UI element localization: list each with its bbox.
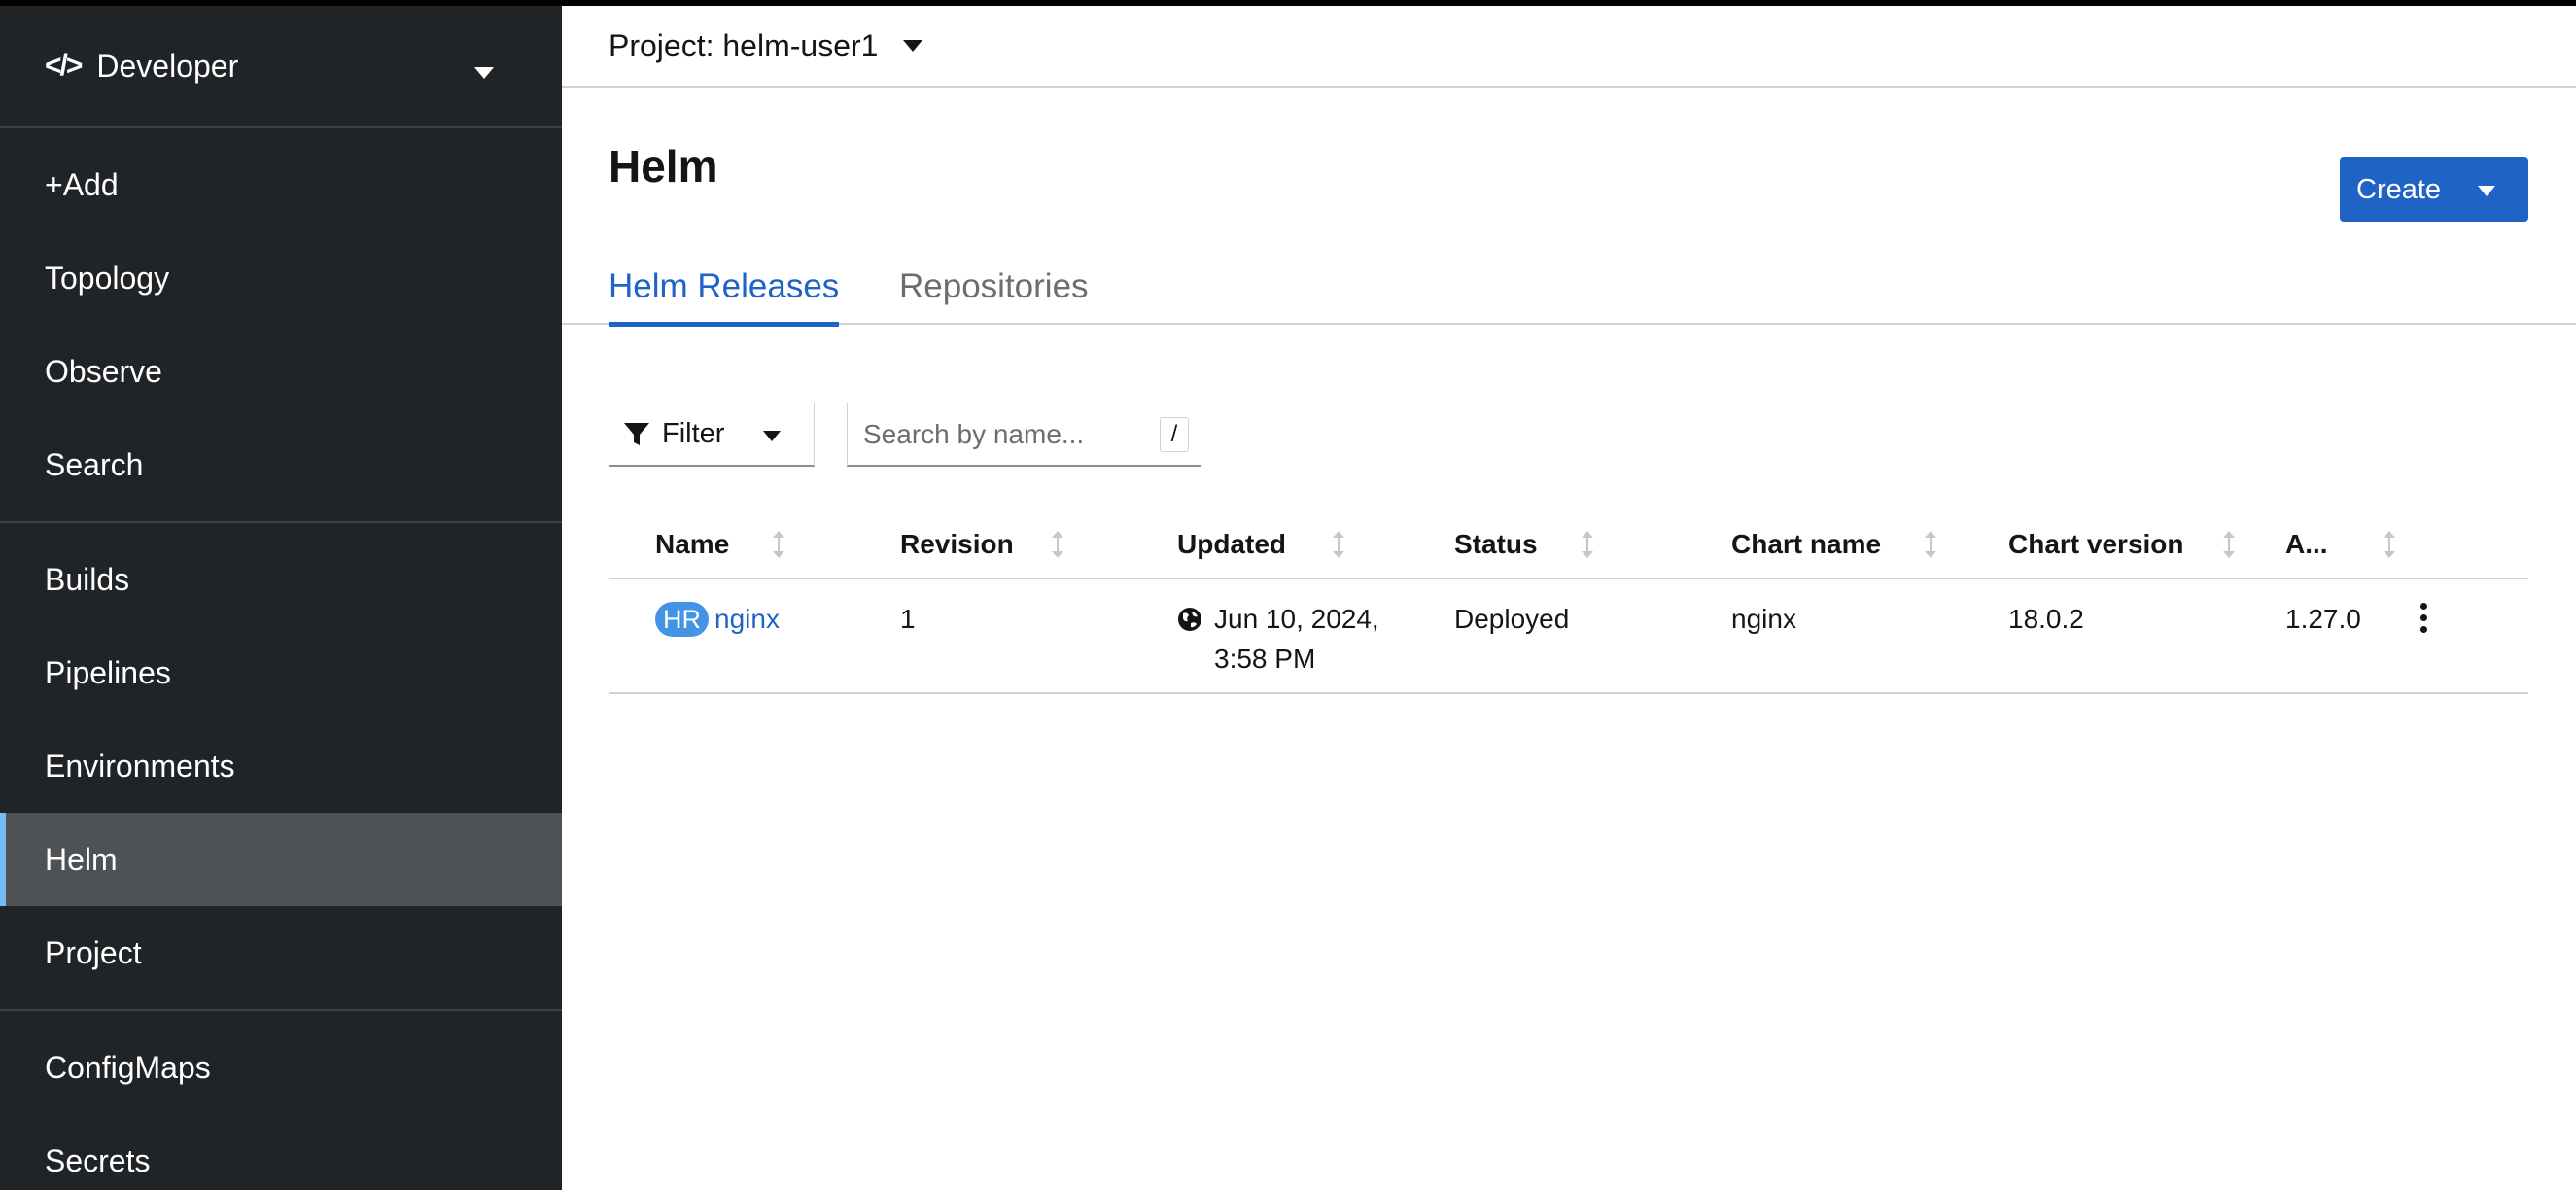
perspective-label: Developer [96, 48, 239, 84]
updated-cell: Jun 10, 2024, 3:58 PM [1177, 599, 1401, 679]
keyboard-shortcut-hint: / [1160, 417, 1189, 452]
filter-label: Filter [662, 418, 725, 449]
nav-item-secrets[interactable]: Secrets [0, 1114, 562, 1190]
helm-release-badge: HR [655, 602, 709, 637]
filter-dropdown[interactable]: Filter [609, 402, 815, 467]
tab-bar: Helm Releases Repositories [562, 249, 2576, 327]
column-header-updated[interactable]: Updated [1177, 529, 1286, 560]
main-content: Project: helm-user1 Helm Create Helm Rel… [562, 6, 2576, 1190]
nav-item-add[interactable]: +Add [0, 138, 562, 231]
nav-item-topology[interactable]: Topology [0, 231, 562, 325]
sort-icon[interactable] [2222, 531, 2236, 558]
release-name-link[interactable]: nginx [714, 604, 780, 634]
app-window: </> Developer +Add Topology Observe Sear… [0, 0, 2576, 1190]
column-header-app-version[interactable]: A... [2285, 529, 2328, 560]
tab-helm-releases[interactable]: Helm Releases [609, 249, 840, 327]
sort-icon[interactable] [1332, 531, 1345, 558]
sort-icon[interactable] [1581, 531, 1594, 558]
globe-icon [1178, 608, 1201, 631]
helm-releases-table: Name Revision Updated Status Chart name … [609, 511, 2528, 694]
table-header: Name Revision Updated Status Chart name … [609, 511, 2528, 579]
chart-name-cell: nginx [1731, 604, 1796, 634]
column-header-chart-version[interactable]: Chart version [2008, 529, 2184, 560]
nav-item-environments[interactable]: Environments [0, 719, 562, 813]
sort-icon[interactable] [1924, 531, 1937, 558]
nav-item-builds[interactable]: Builds [0, 533, 562, 626]
nav-group-3: ConfigMaps Secrets [0, 1011, 562, 1190]
nav-item-search[interactable]: Search [0, 418, 562, 511]
nav-group-2: Builds Pipelines Environments Helm Proje… [0, 523, 562, 1011]
app-version-cell: 1.27.0 [2285, 604, 2361, 634]
nav-item-observe[interactable]: Observe [0, 325, 562, 418]
sort-icon[interactable] [2383, 531, 2396, 558]
chart-version-cell: 18.0.2 [2008, 604, 2084, 634]
code-icon: </> [45, 50, 83, 82]
create-button[interactable]: Create [2340, 158, 2528, 222]
caret-down-icon [763, 431, 781, 441]
create-button-label: Create [2356, 173, 2442, 205]
nav-item-pipelines[interactable]: Pipelines [0, 626, 562, 719]
sort-icon[interactable] [1051, 531, 1064, 558]
sort-icon[interactable] [772, 531, 785, 558]
caret-down-icon [903, 40, 923, 52]
updated-date: Jun 10, 2024, [1214, 604, 1379, 634]
caret-down-icon [2478, 186, 2495, 196]
column-header-name[interactable]: Name [655, 529, 729, 560]
project-selector[interactable]: Project: helm-user1 [562, 6, 2576, 88]
search-input[interactable] [863, 418, 1145, 450]
project-label: Project: helm-user1 [609, 27, 879, 63]
nav-item-configmaps[interactable]: ConfigMaps [0, 1021, 562, 1114]
column-header-status[interactable]: Status [1454, 529, 1538, 560]
tab-repositories[interactable]: Repositories [899, 249, 1089, 325]
search-by-name: / [847, 402, 1201, 467]
table-row: HR nginx 1 Jun 10, 2024, 3:58 PM Deployed… [609, 579, 2528, 694]
perspective-switcher[interactable]: </> Developer [0, 6, 562, 128]
column-header-revision[interactable]: Revision [900, 529, 1014, 560]
nav-group-1: +Add Topology Observe Search [0, 128, 562, 523]
revision-cell: 1 [900, 604, 916, 634]
status-cell: Deployed [1454, 604, 1570, 634]
updated-time: 3:58 PM [1214, 644, 1316, 674]
caret-down-icon [474, 67, 494, 79]
release-name-cell: HR nginx [655, 599, 780, 639]
sidebar: </> Developer +Add Topology Observe Sear… [0, 6, 562, 1190]
page-title: Helm [609, 141, 718, 192]
column-header-chart-name[interactable]: Chart name [1731, 529, 1881, 560]
nav-item-project[interactable]: Project [0, 906, 562, 999]
nav-item-helm[interactable]: Helm [0, 813, 562, 906]
kebab-menu-icon[interactable] [2419, 603, 2428, 636]
filter-icon [624, 422, 649, 445]
